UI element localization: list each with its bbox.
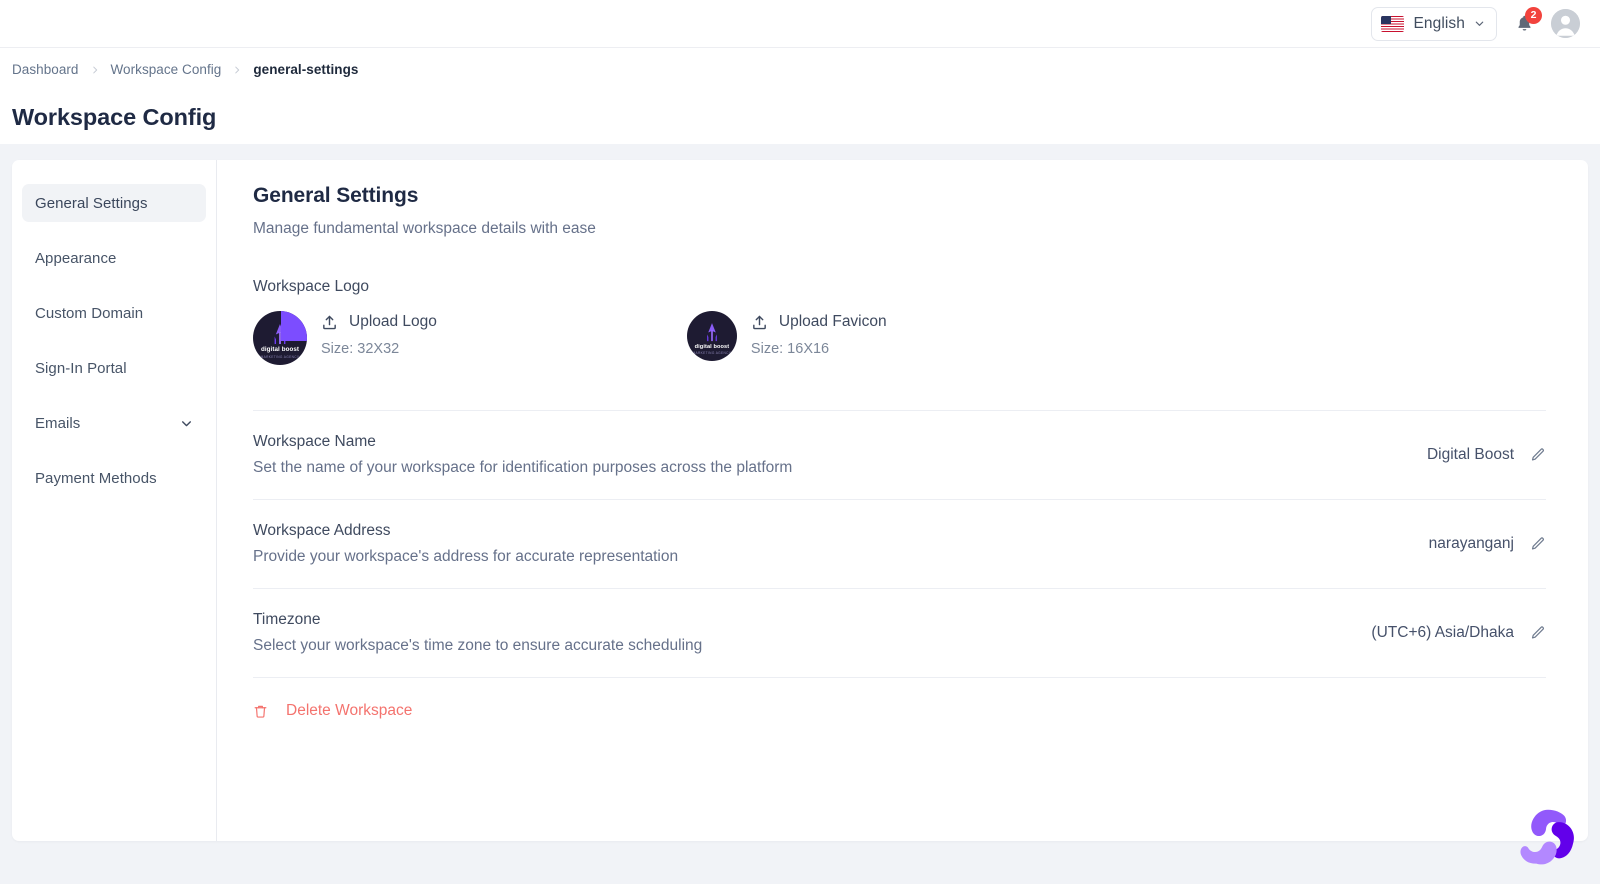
workspace-address-value: narayanganj: [1429, 535, 1514, 553]
setting-row-timezone: Timezone Select your workspace's time zo…: [253, 588, 1546, 677]
setting-title: Workspace Address: [253, 522, 678, 540]
breadcrumb-item-dashboard[interactable]: Dashboard: [12, 62, 79, 77]
settings-card: General Settings Appearance Custom Domai…: [12, 160, 1588, 841]
language-selector[interactable]: English: [1371, 7, 1497, 41]
setting-title: Workspace Name: [253, 433, 792, 451]
sidebar-item-payment-methods[interactable]: Payment Methods: [22, 459, 206, 497]
workspace-name-value: Digital Boost: [1427, 446, 1514, 464]
sidebar-item-label: Appearance: [35, 250, 116, 267]
upload-icon: [321, 314, 338, 331]
breadcrumb-item-general-settings: general-settings: [253, 62, 358, 77]
workspace-favicon-group: digital boost MARKETING AGENCY Upload: [687, 311, 887, 361]
user-avatar[interactable]: [1551, 9, 1580, 38]
favicon-brand-subtext: MARKETING AGENCY: [687, 351, 737, 355]
setting-row-workspace-address: Workspace Address Provide your workspace…: [253, 499, 1546, 588]
pencil-icon[interactable]: [1530, 536, 1546, 552]
timezone-value: (UTC+6) Asia/Dhaka: [1371, 624, 1514, 642]
chevron-down-icon: [1474, 18, 1485, 29]
page-title: Workspace Config: [12, 104, 216, 131]
chat-triskelion-icon: [1518, 806, 1578, 866]
chat-widget-button[interactable]: [1518, 806, 1578, 866]
sidebar-item-appearance[interactable]: Appearance: [22, 239, 206, 277]
logo-size-hint: Size: 32X32: [321, 341, 437, 357]
breadcrumb: Dashboard Workspace Config general-setti…: [0, 47, 1600, 91]
pencil-icon[interactable]: [1530, 447, 1546, 463]
sidebar-item-label: General Settings: [35, 195, 148, 212]
delete-workspace-button[interactable]: Delete Workspace: [253, 702, 412, 720]
general-settings-panel: General Settings Manage fundamental work…: [217, 160, 1588, 841]
sidebar-item-emails[interactable]: Emails: [22, 404, 206, 442]
upload-favicon-button[interactable]: Upload Favicon: [751, 313, 887, 331]
pencil-icon[interactable]: [1530, 625, 1546, 641]
sidebar-item-label: Payment Methods: [35, 470, 157, 487]
logo-crop-overlay: [281, 311, 307, 341]
sidebar-item-custom-domain[interactable]: Custom Domain: [22, 294, 206, 332]
language-label: English: [1413, 15, 1465, 33]
delete-workspace-row: Delete Workspace: [253, 677, 1546, 725]
logo-uploads: digital boost MARKETING AGENCY: [253, 311, 1546, 365]
upload-icon: [751, 314, 768, 331]
setting-title: Timezone: [253, 611, 702, 629]
sidebar-item-label: Sign-In Portal: [35, 360, 127, 377]
rocket-mark-icon: [703, 322, 721, 344]
breadcrumb-item-workspace-config[interactable]: Workspace Config: [111, 62, 222, 77]
panel-title: General Settings: [253, 184, 1546, 208]
user-avatar-icon: [1551, 9, 1580, 38]
settings-sidebar: General Settings Appearance Custom Domai…: [12, 160, 217, 841]
setting-description: Select your workspace's time zone to ens…: [253, 637, 702, 655]
us-flag-icon: [1381, 16, 1404, 32]
workspace-logo-preview: digital boost MARKETING AGENCY: [253, 311, 307, 365]
settings-rows: Workspace Name Set the name of your work…: [253, 410, 1546, 725]
chevron-right-icon: [90, 65, 100, 75]
sidebar-item-sign-in-portal[interactable]: Sign-In Portal: [22, 349, 206, 387]
favicon-brand-text: digital boost: [687, 344, 737, 350]
chevron-down-icon: [180, 417, 193, 430]
page-body: General Settings Appearance Custom Domai…: [0, 144, 1600, 884]
workspace-favicon-preview: digital boost MARKETING AGENCY: [687, 311, 737, 361]
setting-row-workspace-name: Workspace Name Set the name of your work…: [253, 410, 1546, 499]
workspace-logo-label: Workspace Logo: [253, 278, 1546, 296]
chevron-right-icon: [232, 65, 242, 75]
sidebar-item-general-settings[interactable]: General Settings: [22, 184, 206, 222]
logo-brand-subtext: MARKETING AGENCY: [253, 355, 307, 359]
panel-subtitle: Manage fundamental workspace details wit…: [253, 220, 1546, 238]
notifications-button[interactable]: 2: [1511, 9, 1537, 39]
setting-description: Provide your workspace's address for acc…: [253, 548, 678, 566]
upload-favicon-label: Upload Favicon: [779, 313, 887, 331]
logo-brand-text: digital boost: [253, 346, 307, 353]
delete-workspace-label: Delete Workspace: [286, 702, 412, 720]
setting-description: Set the name of your workspace for ident…: [253, 459, 792, 477]
favicon-size-hint: Size: 16X16: [751, 341, 887, 357]
upload-logo-button[interactable]: Upload Logo: [321, 313, 437, 331]
trash-icon: [253, 703, 268, 720]
sidebar-item-label: Emails: [35, 415, 80, 432]
page-title-bar: Workspace Config: [0, 91, 1600, 144]
sidebar-item-label: Custom Domain: [35, 305, 143, 322]
top-bar: English 2: [0, 0, 1600, 47]
upload-logo-label: Upload Logo: [349, 313, 437, 331]
workspace-logo-group: digital boost MARKETING AGENCY: [253, 311, 437, 365]
notification-count-badge: 2: [1525, 7, 1542, 24]
